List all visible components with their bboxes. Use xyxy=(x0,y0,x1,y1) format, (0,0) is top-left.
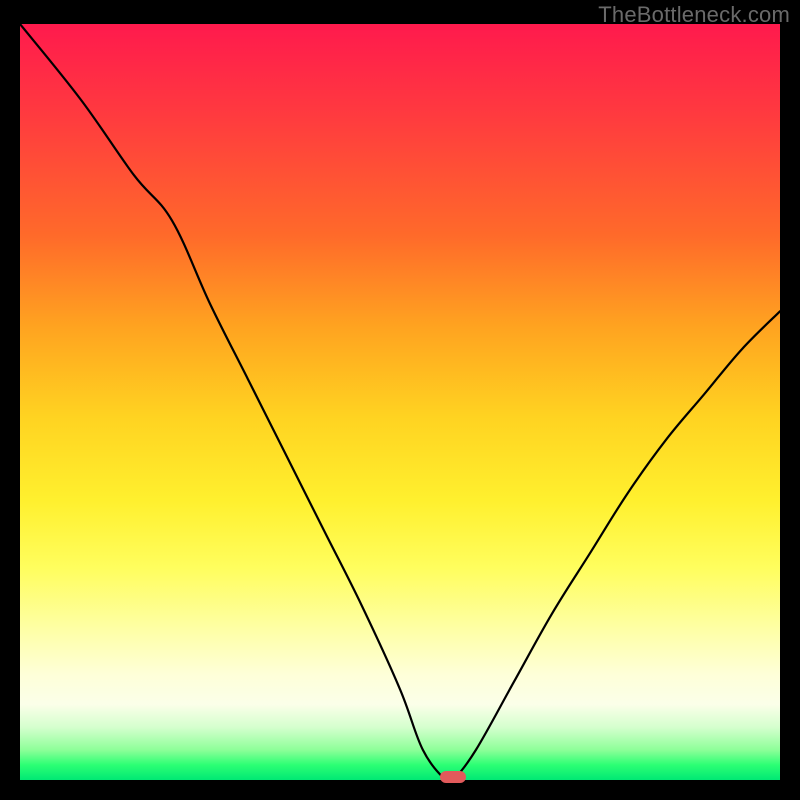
chart-container: TheBottleneck.com xyxy=(0,0,800,800)
plot-area xyxy=(20,24,780,780)
watermark-text: TheBottleneck.com xyxy=(598,2,790,28)
optimal-marker xyxy=(440,771,466,783)
bottleneck-curve xyxy=(20,24,780,780)
